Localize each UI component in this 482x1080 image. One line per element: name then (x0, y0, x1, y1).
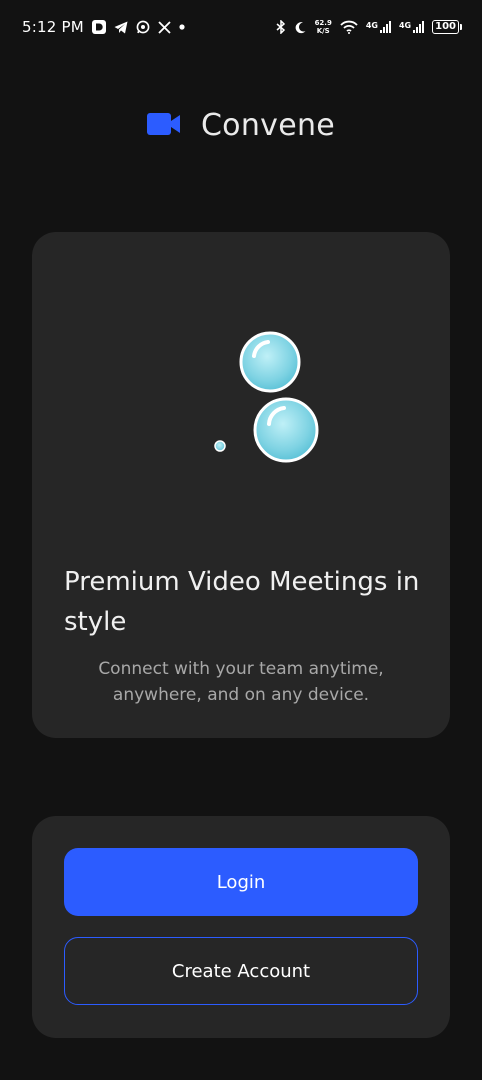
telegram-icon (114, 21, 128, 34)
signal-2-label: 4G (398, 21, 412, 30)
status-left: 5:12 PM (22, 18, 185, 36)
x-icon (158, 20, 171, 34)
dot-icon (179, 24, 185, 30)
signal-1-label: 4G (365, 21, 378, 30)
battery-icon: 100 (432, 20, 462, 34)
wifi-icon (340, 20, 358, 34)
status-bar: 5:12 PM 62.9 K/S 4G 4G 100 (0, 0, 482, 54)
signal-strength-2: 4G (398, 21, 425, 33)
hero-subtitle: Connect with your team anytime, anywhere… (98, 659, 384, 705)
auth-card: Login Create Account (32, 816, 450, 1038)
create-account-button[interactable]: Create Account (64, 937, 418, 1005)
bluetooth-icon (276, 20, 286, 34)
login-button[interactable]: Login (64, 848, 418, 916)
hero-card: Premium Video Meetings in style Connect … (32, 232, 450, 738)
brand-header: Convene (0, 108, 482, 143)
bubble-large-top (239, 331, 301, 393)
d-app-icon (91, 20, 106, 34)
bubble-small (214, 440, 226, 452)
moon-icon (294, 21, 307, 34)
bubbles-illustration (214, 331, 319, 463)
network-speed-unit: K/S (316, 27, 330, 35)
network-speed: 62.9 K/S (315, 19, 332, 35)
bubble-large-bottom (253, 397, 319, 463)
whatsapp-icon (136, 20, 150, 34)
status-time: 5:12 PM (22, 18, 84, 36)
signal-strength-1: 4G (366, 21, 391, 33)
status-right: 62.9 K/S 4G 4G 100 (276, 19, 462, 35)
brand-name: Convene (200, 108, 336, 143)
hero-title: Premium Video Meetings in style (64, 567, 420, 637)
network-speed-value: 62.9 (314, 19, 332, 27)
battery-level: 100 (432, 20, 459, 34)
video-camera-icon (146, 112, 181, 139)
